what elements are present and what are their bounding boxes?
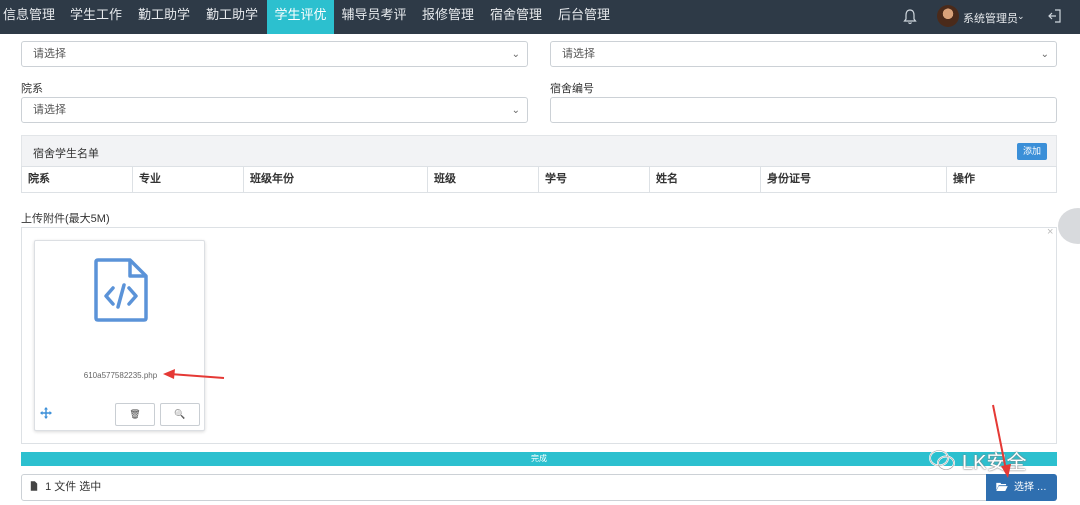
chevron-down-icon: ⌄ <box>511 49 520 60</box>
file-caption-text: 1 文件 选中 <box>45 481 102 493</box>
nav-student-work[interactable]: 学生工作 <box>62 0 130 34</box>
top-navbar: 信息管理 学生工作 勤工助学 勤工助学 学生评优 辅导员考评 报修管理 宿舍管理… <box>0 0 1080 34</box>
column-header[interactable]: 操作 <box>947 167 1056 192</box>
student-table-header: 院系 专业 班级年份 班级 学号 姓名 身份证号 操作 <box>21 166 1057 193</box>
user-name[interactable]: 系统管理员 <box>963 10 1018 26</box>
trash-icon: 🗑 <box>129 409 141 419</box>
logout-icon[interactable] <box>1046 8 1062 24</box>
select-top-right[interactable]: 请选择 ⌄ <box>550 41 1057 67</box>
nav-work-study-1[interactable]: 勤工助学 <box>130 0 198 34</box>
wechat-icon <box>929 449 955 471</box>
nav-info-management[interactable]: 信息管理 <box>0 0 58 34</box>
browse-button[interactable]: 选择 … <box>986 474 1057 501</box>
column-header[interactable]: 院系 <box>22 167 133 192</box>
chevron-down-icon: ⌄ <box>511 105 520 116</box>
student-list-title: 宿舍学生名单 <box>33 148 99 160</box>
column-header[interactable]: 学号 <box>539 167 650 192</box>
nav-work-study-2[interactable]: 勤工助学 <box>198 0 266 34</box>
select-top-right-value: 请选择 <box>562 48 595 60</box>
upload-label: 上传附件(最大5M) <box>21 213 110 225</box>
column-header[interactable]: 姓名 <box>650 167 761 192</box>
nav-repair-management[interactable]: 报修管理 <box>414 0 482 34</box>
dept-select-value: 请选择 <box>33 104 66 116</box>
column-header[interactable]: 身份证号 <box>761 167 947 192</box>
avatar[interactable] <box>937 5 959 27</box>
select-top-left-value: 请选择 <box>33 48 66 60</box>
close-icon[interactable]: × <box>1047 226 1053 238</box>
add-student-button[interactable]: 添加 <box>1017 143 1047 160</box>
chevron-down-icon[interactable]: ⌄ <box>1017 11 1025 22</box>
code-file-icon <box>94 258 148 322</box>
nav-dorm-management[interactable]: 宿舍管理 <box>482 0 550 34</box>
dept-label: 院系 <box>21 83 43 95</box>
delete-file-button[interactable]: 🗑 <box>115 403 155 426</box>
progress-label: 完成 <box>531 454 547 463</box>
chevron-down-icon: ⌄ <box>1040 49 1049 60</box>
column-header[interactable]: 班级 <box>428 167 539 192</box>
nav-counselor-evaluation[interactable]: 辅导员考评 <box>334 0 414 34</box>
nav-backend-management[interactable]: 后台管理 <box>550 0 618 34</box>
file-caption: 1 文件 选中 <box>21 474 987 501</box>
upload-progress-bar: 完成 <box>21 452 1057 466</box>
dorm-number-input[interactable] <box>550 97 1057 123</box>
side-nav-circle[interactable] <box>1058 208 1080 244</box>
column-header[interactable]: 班级年份 <box>244 167 428 192</box>
browse-label: 选择 … <box>1014 482 1047 493</box>
zoom-file-button[interactable]: 🔍 <box>160 403 200 426</box>
watermark-text: LK安全 <box>962 452 1027 474</box>
dept-select[interactable]: 请选择 ⌄ <box>21 97 528 123</box>
nav-student-evaluation[interactable]: 学生评优 <box>267 0 334 34</box>
student-list-panel-header: 宿舍学生名单 添加 <box>21 135 1057 166</box>
zoom-icon: 🔍 <box>174 409 186 419</box>
select-top-left[interactable]: 请选择 ⌄ <box>21 41 528 67</box>
file-preview-card: 610a577582235.php 🗑 🔍 <box>34 240 205 431</box>
file-name: 610a577582235.php <box>83 371 158 380</box>
folder-open-icon <box>996 482 1008 491</box>
bell-icon[interactable] <box>903 9 917 25</box>
dorm-number-label: 宿舍编号 <box>550 83 594 95</box>
column-header[interactable]: 专业 <box>133 167 244 192</box>
move-icon[interactable] <box>40 407 52 419</box>
file-icon <box>30 481 38 491</box>
